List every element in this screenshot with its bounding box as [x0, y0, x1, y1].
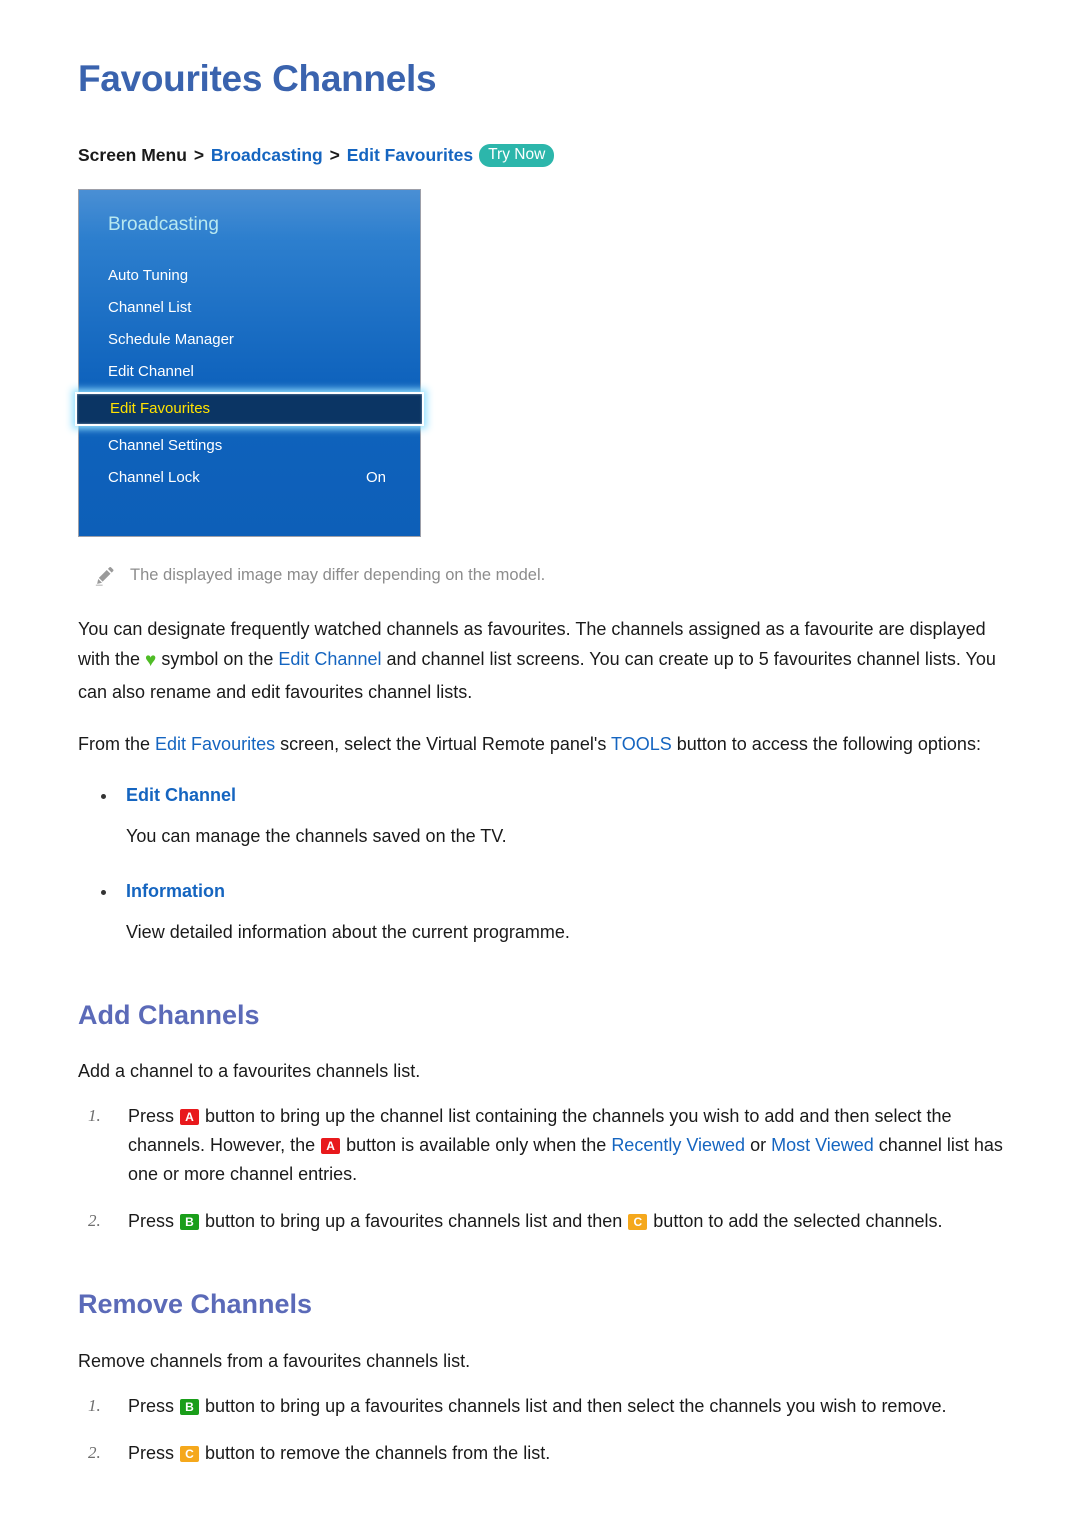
manual-page: Favourites Channels Screen Menu > Broadc… — [0, 0, 1080, 1527]
try-now-badge[interactable]: Try Now — [479, 143, 555, 167]
model-note: The displayed image may differ depending… — [94, 563, 1018, 588]
step-text-a: Press — [128, 1105, 180, 1126]
list-item: 2. Press C button to remove the channels … — [78, 1439, 1018, 1468]
intro-p2-part-b: screen, select the Virtual Remote panel'… — [275, 734, 612, 755]
tv-menu-list: Auto Tuning Channel List Schedule Manage… — [75, 260, 424, 494]
tv-menu-item-label: Edit Favourites — [110, 400, 211, 418]
tv-menu-item-auto-tuning[interactable]: Auto Tuning — [79, 260, 420, 292]
tv-menu-item-label: Schedule Manager — [108, 331, 234, 349]
step-text-c: button to add the selected channels. — [648, 1211, 943, 1232]
link-tools[interactable]: TOOLS — [611, 734, 672, 754]
intro-p2-part-a: From the — [78, 734, 156, 755]
list-item: Edit Channel You can manage the channels… — [78, 781, 1018, 851]
key-badge-a: A — [321, 1137, 341, 1154]
section-heading-add-channels: Add Channels — [78, 999, 260, 1030]
step-text-b: button to bring up a favourites channels… — [200, 1395, 947, 1416]
link-most-viewed[interactable]: Most Viewed — [771, 1135, 874, 1155]
step-text-c: button is available only when the — [341, 1134, 612, 1155]
key-badge-a: A — [180, 1108, 200, 1125]
list-item: 1. Press B button to bring up a favourite… — [78, 1392, 1018, 1421]
tv-menu-item-channel-list[interactable]: Channel List — [79, 292, 420, 324]
favourite-heart-icon: ♥ — [145, 650, 157, 672]
key-badge-c: C — [180, 1445, 200, 1462]
step-number: 1. — [88, 1105, 101, 1125]
breadcrumb: Screen Menu > Broadcasting > Edit Favour… — [78, 143, 1018, 168]
add-channels-intro: Add a channel to a favourites channels l… — [78, 1060, 421, 1081]
option-title-edit-channel[interactable]: Edit Channel — [78, 781, 1018, 810]
list-item: 1. Press A button to bring up the channel… — [78, 1102, 1018, 1189]
step-text-a: Press — [128, 1442, 180, 1463]
option-desc-information: View detailed information about the curr… — [126, 921, 570, 942]
remove-channels-steps: 1. Press B button to bring up a favourite… — [78, 1392, 1018, 1468]
key-badge-c: C — [628, 1214, 648, 1231]
tv-menu-item-channel-settings[interactable]: Channel Settings — [79, 430, 420, 462]
step-number: 1. — [88, 1395, 101, 1415]
section-heading-remove-channels: Remove Channels — [78, 1289, 313, 1320]
step-number: 2. — [88, 1211, 101, 1231]
breadcrumb-level2[interactable]: Broadcasting — [211, 145, 323, 165]
tv-menu-item-label: Channel Lock — [108, 469, 200, 487]
intro-paragraph-2: From the Edit Favourites screen, select … — [78, 729, 1018, 759]
tv-menu-item-label: Auto Tuning — [108, 267, 189, 285]
tv-menu-panel: Broadcasting Auto Tuning Channel List Sc… — [75, 189, 424, 538]
step-number: 2. — [88, 1442, 101, 1462]
pencil-icon — [95, 567, 114, 586]
step-text-b: button to bring up a favourites channels… — [200, 1211, 628, 1232]
tv-menu-item-label: Channel Settings — [108, 437, 223, 455]
list-item: 2. Press B button to bring up a favourite… — [78, 1207, 1018, 1236]
tools-options-list: Edit Channel You can manage the channels… — [78, 781, 1018, 946]
page-content: Favourites Channels Screen Menu > Broadc… — [0, 0, 1080, 1526]
tv-menu-item-value: On — [365, 469, 386, 487]
intro-p1-part-b: symbol on the — [156, 649, 279, 670]
link-edit-channel[interactable]: Edit Channel — [278, 649, 381, 669]
intro-p2-part-c: button to access the following options: — [671, 734, 981, 755]
tv-menu-item-edit-channel[interactable]: Edit Channel — [79, 356, 420, 388]
remove-channels-intro: Remove channels from a favourites channe… — [78, 1350, 471, 1371]
tv-menu-item-schedule-manager[interactable]: Schedule Manager — [79, 324, 420, 356]
option-desc-edit-channel: You can manage the channels saved on the… — [126, 826, 507, 847]
tv-menu-item-channel-lock[interactable]: Channel Lock On — [79, 462, 420, 494]
step-text-a: Press — [128, 1395, 180, 1416]
link-edit-favourites[interactable]: Edit Favourites — [155, 734, 275, 754]
step-text-b: button to remove the channels from the l… — [200, 1442, 551, 1463]
link-recently-viewed[interactable]: Recently Viewed — [611, 1135, 745, 1155]
breadcrumb-separator-2: > — [329, 144, 340, 165]
add-channels-steps: 1. Press A button to bring up the channel… — [78, 1102, 1018, 1237]
option-title-information[interactable]: Information — [78, 877, 1018, 906]
breadcrumb-separator-1: > — [193, 144, 205, 165]
intro-paragraph-1: You can designate frequently watched cha… — [78, 614, 1018, 707]
list-item: Information View detailed information ab… — [78, 877, 1018, 947]
breadcrumb-level3[interactable]: Edit Favourites — [347, 145, 473, 165]
tv-menu-item-label: Channel List — [108, 299, 192, 317]
tv-menu-header: Broadcasting — [108, 214, 219, 236]
step-text-d: or — [745, 1134, 772, 1155]
breadcrumb-root: Screen Menu — [78, 144, 187, 165]
key-badge-b: B — [180, 1398, 200, 1415]
step-text-a: Press — [128, 1211, 180, 1232]
model-note-text: The displayed image may differ depending… — [130, 566, 546, 585]
key-badge-b: B — [180, 1214, 200, 1231]
tv-menu-item-edit-favourites[interactable]: Edit Favourites — [75, 392, 424, 427]
page-title: Favourites Channels — [78, 58, 437, 99]
tv-menu-item-label: Edit Channel — [108, 363, 194, 381]
